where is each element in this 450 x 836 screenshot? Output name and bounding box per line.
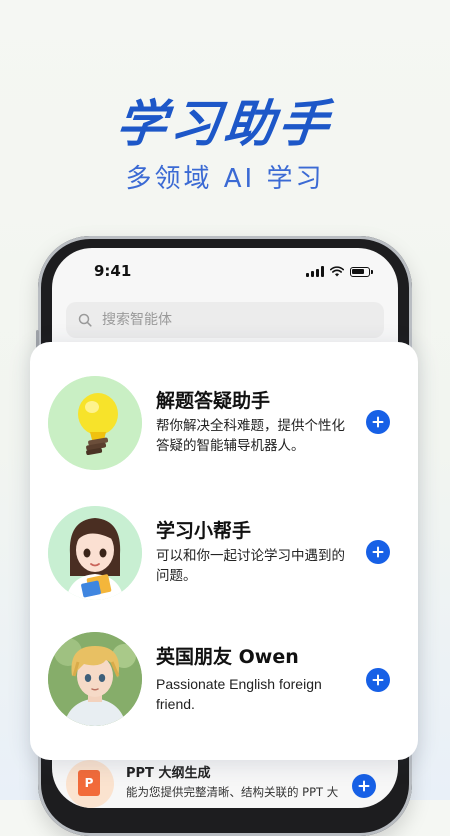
hero-subtitle: 多领域 AI 学习	[125, 164, 325, 194]
agent-description: 帮你解决全科难题，提供个性化答疑的智能辅导机器人。	[156, 418, 345, 454]
ppt-icon: P	[66, 760, 114, 808]
list-item-agent[interactable]: 学习小帮手 可以和你一起讨论学习中遇到的问题。	[30, 502, 418, 622]
battery-icon	[350, 266, 373, 277]
list-item-agent[interactable]: 解题答疑助手 帮你解决全科难题，提供个性化答疑的智能辅导机器人。	[30, 372, 418, 492]
add-button[interactable]	[366, 540, 390, 564]
plus-icon	[358, 780, 370, 792]
plus-icon	[372, 674, 384, 686]
ppt-title: PPT 大纲生成	[126, 766, 211, 781]
signal-icon	[306, 266, 324, 277]
add-button[interactable]	[366, 668, 390, 692]
search-icon	[78, 313, 92, 327]
lightbulb-icon	[48, 376, 142, 470]
agent-description: 可以和你一起讨论学习中遇到的问题。	[156, 548, 345, 584]
add-button[interactable]	[366, 410, 390, 434]
ppt-icon-letter: P	[78, 770, 100, 796]
search-bar[interactable]	[66, 302, 384, 338]
ppt-description: 能为您提供完整清晰、结构关联的 PPT 大	[126, 785, 339, 799]
list-item-ppt[interactable]: P PPT 大纲生成 能为您提供完整清晰、结构关联的 PPT 大	[66, 756, 386, 808]
list-item-agent[interactable]: 英国朋友 Owen Passionate English foreign fri…	[30, 632, 418, 752]
status-time: 9:41	[94, 262, 132, 280]
agents-card: 解题答疑助手 帮你解决全科难题，提供个性化答疑的智能辅导机器人。 学习小帮手 可…	[30, 342, 418, 760]
boy-avatar	[48, 632, 142, 726]
status-icons	[306, 266, 373, 277]
wifi-icon	[330, 266, 344, 277]
plus-icon	[372, 416, 384, 428]
agent-name: 解题答疑助手	[156, 390, 271, 412]
girl-avatar	[48, 506, 142, 600]
hero-title: 学习助手	[113, 95, 336, 153]
agent-name: 英国朋友 Owen	[156, 646, 299, 668]
search-input[interactable]	[100, 311, 354, 329]
add-button-ppt[interactable]	[352, 774, 376, 798]
plus-icon	[372, 546, 384, 558]
agent-description: Passionate English foreign friend.	[156, 676, 322, 712]
agent-name: 学习小帮手	[156, 520, 252, 542]
